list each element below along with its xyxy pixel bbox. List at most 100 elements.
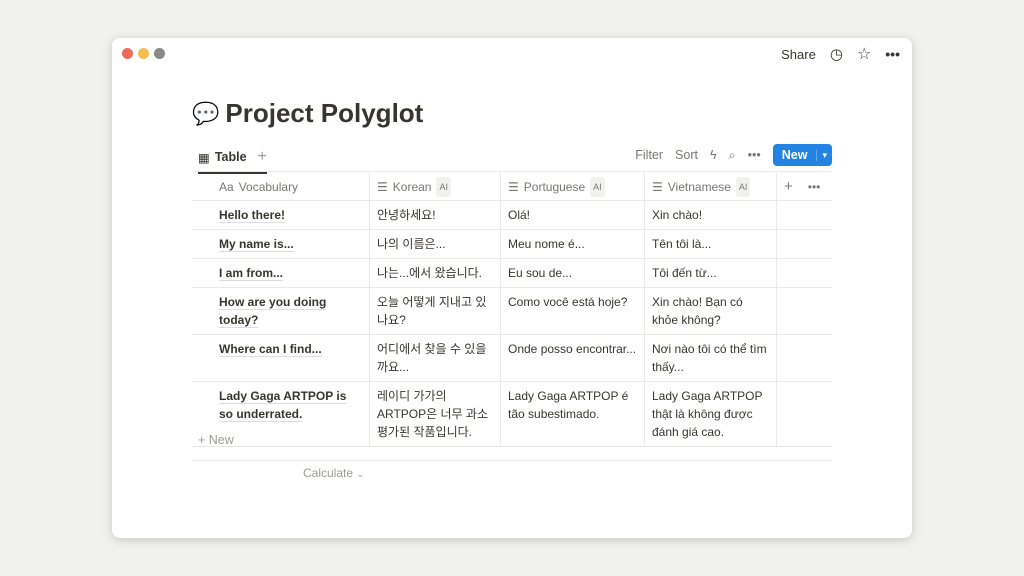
column-header-portuguese[interactable]: ☰ Portuguese AI: [501, 173, 645, 200]
cell-text: Hello there!: [219, 208, 286, 223]
sort-button[interactable]: Sort: [675, 148, 698, 162]
table-row: I am from... 나는...에서 왔습니다. Eu sou de... Tôi…: [192, 259, 832, 288]
vietnamese-cell[interactable]: Tên tôi là...: [645, 230, 777, 258]
vietnamese-cell[interactable]: Xin chào!: [645, 201, 777, 229]
cell-text: I am from...: [219, 266, 284, 281]
share-button[interactable]: Share: [781, 47, 816, 62]
page-title: 💬 Project Polyglot: [192, 98, 423, 129]
title-icon: Aa: [219, 179, 234, 194]
table-row: My name is... 나의 이름은... Meu nome é... Tên t…: [192, 230, 832, 259]
table-row: How are you doing today? 오늘 어떻게 지내고 있나요? C…: [192, 288, 832, 335]
cell-text: Lady Gaga ARTPOP thật là không được đánh…: [652, 389, 763, 439]
cell-text: Lady Gaga ARTPOP is so underrated.: [219, 389, 347, 422]
more-icon[interactable]: •••: [885, 46, 900, 62]
vietnamese-cell[interactable]: Tôi đến từ...: [645, 259, 777, 287]
page-title-text: Project Polyglot: [225, 98, 424, 128]
vocabulary-cell[interactable]: Hello there!: [192, 201, 370, 229]
text-icon: ☰: [377, 179, 388, 194]
column-header-korean[interactable]: ☰ Korean AI: [370, 173, 501, 200]
cell-text: Tôi đến từ...: [652, 266, 717, 280]
cell-text: 레이디 가가의 ARTPOP은 너무 과소평가된 작품입니다.: [377, 389, 488, 439]
new-button[interactable]: New ▾: [772, 144, 832, 166]
empty-cell: [777, 335, 832, 381]
korean-cell[interactable]: 나의 이름은...: [370, 230, 501, 258]
plus-icon: +: [198, 433, 209, 447]
more-icon[interactable]: •••: [808, 178, 821, 196]
new-label[interactable]: New: [773, 148, 817, 162]
vietnamese-cell[interactable]: Lady Gaga ARTPOP thật là không được đánh…: [645, 382, 777, 446]
column-actions: + •••: [777, 173, 832, 200]
table-row: Lady Gaga ARTPOP is so underrated. 레이디 가가…: [192, 382, 832, 447]
ai-badge: AI: [590, 176, 605, 197]
cell-text: 안녕하세요!: [377, 208, 436, 222]
portuguese-cell[interactable]: Eu sou de...: [501, 259, 645, 287]
empty-cell: [777, 230, 832, 258]
chevron-down-icon: ⌄: [356, 469, 364, 479]
table-icon: ▦: [198, 150, 210, 165]
add-row-label: New: [208, 433, 234, 447]
text-icon: ☰: [652, 179, 663, 194]
portuguese-cell[interactable]: Meu nome é...: [501, 230, 645, 258]
column-label: Korean: [392, 179, 432, 194]
add-column-icon[interactable]: +: [784, 178, 793, 196]
calculate-button[interactable]: Calculate ⌄: [303, 466, 364, 480]
portuguese-cell[interactable]: Como você está hoje?: [501, 288, 645, 334]
cell-text: Xin chào! Bạn có khỏe không?: [652, 295, 743, 327]
table-row: Where can I find... 어디에서 찾을 수 있을까요... Onde…: [192, 335, 832, 382]
korean-cell[interactable]: 안녕하세요!: [370, 201, 501, 229]
tab-table[interactable]: ▦ Table +: [198, 148, 267, 174]
empty-cell: [777, 288, 832, 334]
vocabulary-cell[interactable]: How are you doing today?: [192, 288, 370, 334]
tab-label: Table: [214, 150, 247, 164]
app-window: Share ◷ ☆ ••• 💬 Project Polyglot ▦ Table + …: [112, 38, 912, 538]
vocabulary-cell[interactable]: My name is...: [192, 230, 370, 258]
korean-cell[interactable]: 어디에서 찾을 수 있을까요...: [370, 335, 501, 381]
cell-text: Eu sou de...: [508, 266, 573, 280]
cell-text: Meu nome é...: [508, 237, 585, 251]
column-label: Portuguese: [523, 179, 586, 194]
text-icon: ☰: [508, 179, 519, 194]
portuguese-cell[interactable]: Olá!: [501, 201, 645, 229]
korean-cell[interactable]: 나는...에서 왔습니다.: [370, 259, 501, 287]
empty-cell: [777, 201, 832, 229]
vocabulary-cell[interactable]: Where can I find...: [192, 335, 370, 381]
star-icon[interactable]: ☆: [857, 44, 871, 64]
korean-cell[interactable]: 레이디 가가의 ARTPOP은 너무 과소평가된 작품입니다.: [370, 382, 501, 446]
portuguese-cell[interactable]: Lady Gaga ARTPOP é tão subestimado.: [501, 382, 645, 446]
cell-text: Onde posso encontrar...: [508, 342, 637, 356]
close-window-button[interactable]: [122, 48, 133, 59]
maximize-window-button[interactable]: [154, 48, 165, 59]
cell-text: Como você está hoje?: [508, 295, 628, 309]
chevron-down-icon[interactable]: ▾: [816, 149, 832, 161]
cell-text: Lady Gaga ARTPOP é tão subestimado.: [508, 389, 629, 421]
vietnamese-cell[interactable]: Xin chào! Bạn có khỏe không?: [645, 288, 777, 334]
column-header-vietnamese[interactable]: ☰ Vietnamese AI: [645, 173, 777, 200]
vietnamese-cell[interactable]: Nơi nào tôi có thể tìm thấy...: [645, 335, 777, 381]
cell-text: 어디에서 찾을 수 있을까요...: [377, 342, 487, 374]
korean-cell[interactable]: 오늘 어떻게 지내고 있나요?: [370, 288, 501, 334]
portuguese-cell[interactable]: Onde posso encontrar...: [501, 335, 645, 381]
cell-text: Olá!: [508, 208, 531, 222]
add-view-icon[interactable]: +: [258, 148, 267, 166]
history-icon[interactable]: ◷: [830, 45, 843, 63]
table: Aa Vocabulary ☰ Korean AI ☰ Portuguese AI ☰ Vi…: [192, 173, 832, 447]
filter-button[interactable]: Filter: [635, 148, 663, 162]
cell-text: How are you doing today?: [219, 295, 327, 328]
table-header: Aa Vocabulary ☰ Korean AI ☰ Portuguese AI ☰ Vi…: [192, 173, 832, 201]
vocabulary-cell[interactable]: I am from...: [192, 259, 370, 287]
column-label: Vietnamese: [667, 179, 731, 194]
cell-text: 나의 이름은...: [377, 237, 446, 251]
divider: [192, 460, 832, 461]
cell-text: My name is...: [219, 237, 294, 252]
minimize-window-button[interactable]: [138, 48, 149, 59]
search-icon[interactable]: ⌕: [729, 148, 736, 163]
empty-cell: [777, 382, 832, 446]
cell-text: Where can I find...: [219, 342, 322, 357]
cell-text: 오늘 어떻게 지내고 있나요?: [377, 295, 487, 327]
automation-icon[interactable]: ϟ: [710, 148, 717, 162]
ai-badge: AI: [735, 176, 751, 197]
speech-bubble-icon: 💬: [192, 100, 220, 126]
more-options-icon[interactable]: •••: [748, 148, 761, 162]
column-header-vocabulary[interactable]: Aa Vocabulary: [192, 173, 370, 200]
add-row-button[interactable]: + New: [198, 433, 234, 447]
